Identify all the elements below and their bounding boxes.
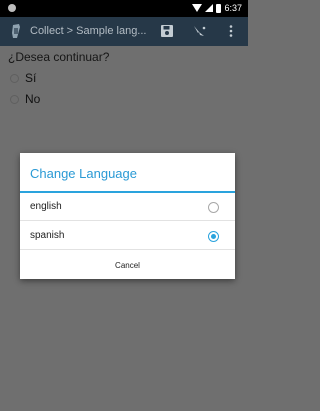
notification-dot-icon: [8, 4, 16, 12]
language-option-spanish[interactable]: spanish: [20, 222, 235, 250]
change-language-dialog: Change Language english spanish Cancel: [20, 153, 235, 279]
app-bar: Collect > Sample lang...: [0, 17, 248, 46]
overflow-menu-icon[interactable]: [229, 25, 233, 37]
app-title: Collect > Sample lang...: [30, 25, 147, 37]
option-no[interactable]: No: [10, 92, 40, 106]
wifi-icon: [192, 4, 203, 12]
radio-icon[interactable]: [10, 73, 19, 83]
status-icons: 6:37: [192, 2, 242, 14]
language-option-english[interactable]: english: [20, 193, 235, 221]
status-bar: 6:37: [0, 0, 248, 17]
radio-icon[interactable]: [208, 202, 219, 213]
status-time: 6:37: [224, 3, 242, 13]
language-label: spanish: [30, 230, 65, 241]
collect-app-icon: [12, 24, 20, 38]
option-label: No: [25, 92, 41, 106]
radio-icon[interactable]: [10, 94, 19, 104]
option-si[interactable]: Sí: [10, 71, 36, 85]
battery-icon: [216, 3, 222, 13]
navigate-icon[interactable]: [192, 24, 206, 38]
save-icon[interactable]: [161, 25, 173, 37]
option-label: Sí: [25, 71, 37, 85]
radio-checked-icon[interactable]: [208, 231, 219, 242]
signal-icon: [205, 4, 214, 12]
cancel-button[interactable]: Cancel: [20, 252, 235, 279]
language-label: english: [30, 201, 62, 212]
dialog-title: Change Language: [30, 166, 137, 181]
question-label: ¿Desea continuar?: [8, 50, 110, 64]
